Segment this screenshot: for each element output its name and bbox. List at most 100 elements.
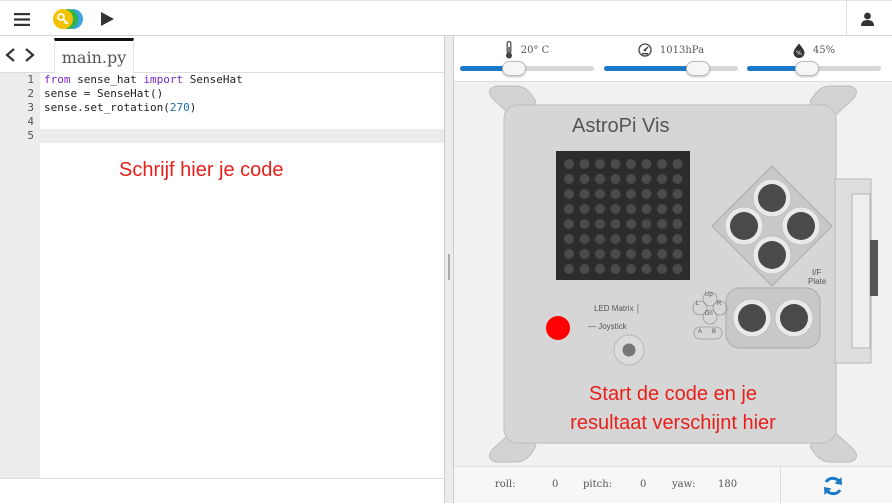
legend-b: B [712,329,717,335]
led-pixel [579,219,590,229]
led-pixel [626,234,636,244]
code-token: sense = SenseHat() [44,87,164,100]
button-right[interactable] [787,212,815,240]
io-port-slot [851,193,871,349]
code-token: SenseHat [183,73,243,86]
led-pixel [595,264,605,274]
led-pixel [626,264,636,274]
line-number: 3 [27,101,34,114]
led-pixel [579,159,590,169]
led-pixel [657,264,667,274]
pitch-label: pitch: [583,479,613,490]
led-pixel [672,249,683,259]
led-pixel [657,249,667,259]
file-navigation [4,45,40,65]
led-pixel [595,174,605,184]
led-pixel [579,189,590,199]
led-pixel [595,159,605,169]
humidity-icon: % [793,43,805,58]
led-matrix[interactable] [556,151,690,280]
grip-icon [448,254,450,280]
temperature-slider[interactable] [460,61,594,76]
key-logo-icon[interactable] [52,8,84,30]
toolbar-divider [846,1,847,37]
code-line[interactable]: from sense_hat import SenseHat [40,73,444,87]
led-pixel [595,204,605,214]
button-down[interactable] [758,241,786,269]
led-pixel [610,174,621,184]
roll-label: roll: [495,479,516,490]
code-line[interactable] [40,115,444,129]
legend-a: A [698,329,703,335]
run-button[interactable] [96,9,118,29]
led-pixel [657,234,667,244]
editor-hint-text: Schrijf hier je code [119,159,284,181]
play-icon [100,12,114,26]
code-editor-panel: main.py 12345 from sense_hat import Sens… [0,36,444,503]
code-token: sense.set_rotation( [44,101,170,114]
code-text-area[interactable]: from sense_hat import SenseHat sense = Se… [40,73,444,503]
led-pixel [657,159,667,169]
yaw-value: 180 [718,479,738,490]
board-title: AstroPi Vis [572,115,670,137]
led-pixel [641,249,652,259]
refresh-button[interactable] [820,474,846,498]
button-up[interactable] [758,184,786,212]
thermometer-icon [505,41,512,59]
code-keyword: import [143,73,184,86]
led-pixel [610,204,621,214]
chevron-right-icon[interactable] [24,45,36,65]
gauge-icon [638,43,652,57]
led-pixel [564,234,574,244]
chevron-left-icon[interactable] [4,45,16,65]
emulator-hint-text: Start de code en je resultaat verschijnt… [570,383,776,434]
led-pixel [579,204,590,214]
led-pixel [672,219,683,229]
led-pixel [564,204,574,214]
led-pixel [564,219,574,229]
line-number: 5 [0,129,34,143]
button-a[interactable] [738,304,766,332]
led-pixel [564,189,574,199]
roll-value: 0 [552,479,559,490]
joystick-label: — Joystick [588,322,627,331]
legend-right: R [717,301,722,307]
code-line[interactable]: sense = SenseHat() [40,87,444,101]
hamburger-menu-icon[interactable] [8,8,36,30]
button-left[interactable] [730,212,758,240]
plate-label: Plate [808,277,827,286]
led-pixel [610,264,621,274]
led-pixel [626,249,636,259]
led-pixel [641,264,652,274]
led-matrix-arrow-icon: │ [635,304,641,313]
tab-main-py[interactable]: main.py [54,38,134,73]
led-pixel [672,174,683,184]
led-pixel [641,174,652,184]
slider-thumb[interactable] [685,61,710,76]
svg-text:%: % [796,50,802,57]
button-b[interactable] [780,304,808,332]
astropi-board-view: AstroPi Vis LED Matrix │ — Joystick I/F … [454,82,892,466]
slider-thumb[interactable] [501,61,526,76]
led-pixel [610,189,621,199]
pressure-slider[interactable] [604,61,738,76]
humidity-slider[interactable] [747,61,881,76]
led-pixel [595,234,605,244]
pressure-value: 1013hPa [659,44,705,56]
slider-thumb[interactable] [795,61,820,76]
joystick-knob[interactable] [622,343,636,357]
code-token: sense_hat [70,73,144,86]
led-pixel [579,249,590,259]
humidity-value: 45% [812,44,836,56]
led-matrix-panel [556,151,690,280]
panel-resize-handle[interactable] [444,36,454,503]
code-line[interactable]: sense.set_rotation(270) [40,101,444,115]
code-line[interactable] [40,129,444,143]
io-port-connector [870,240,878,296]
led-pixel [564,159,574,169]
led-pixel [595,189,605,199]
led-pixel [641,204,652,214]
user-account-button[interactable] [852,7,882,31]
editor-tab-bar: main.py [0,36,444,73]
io-label: I/F [812,268,822,277]
